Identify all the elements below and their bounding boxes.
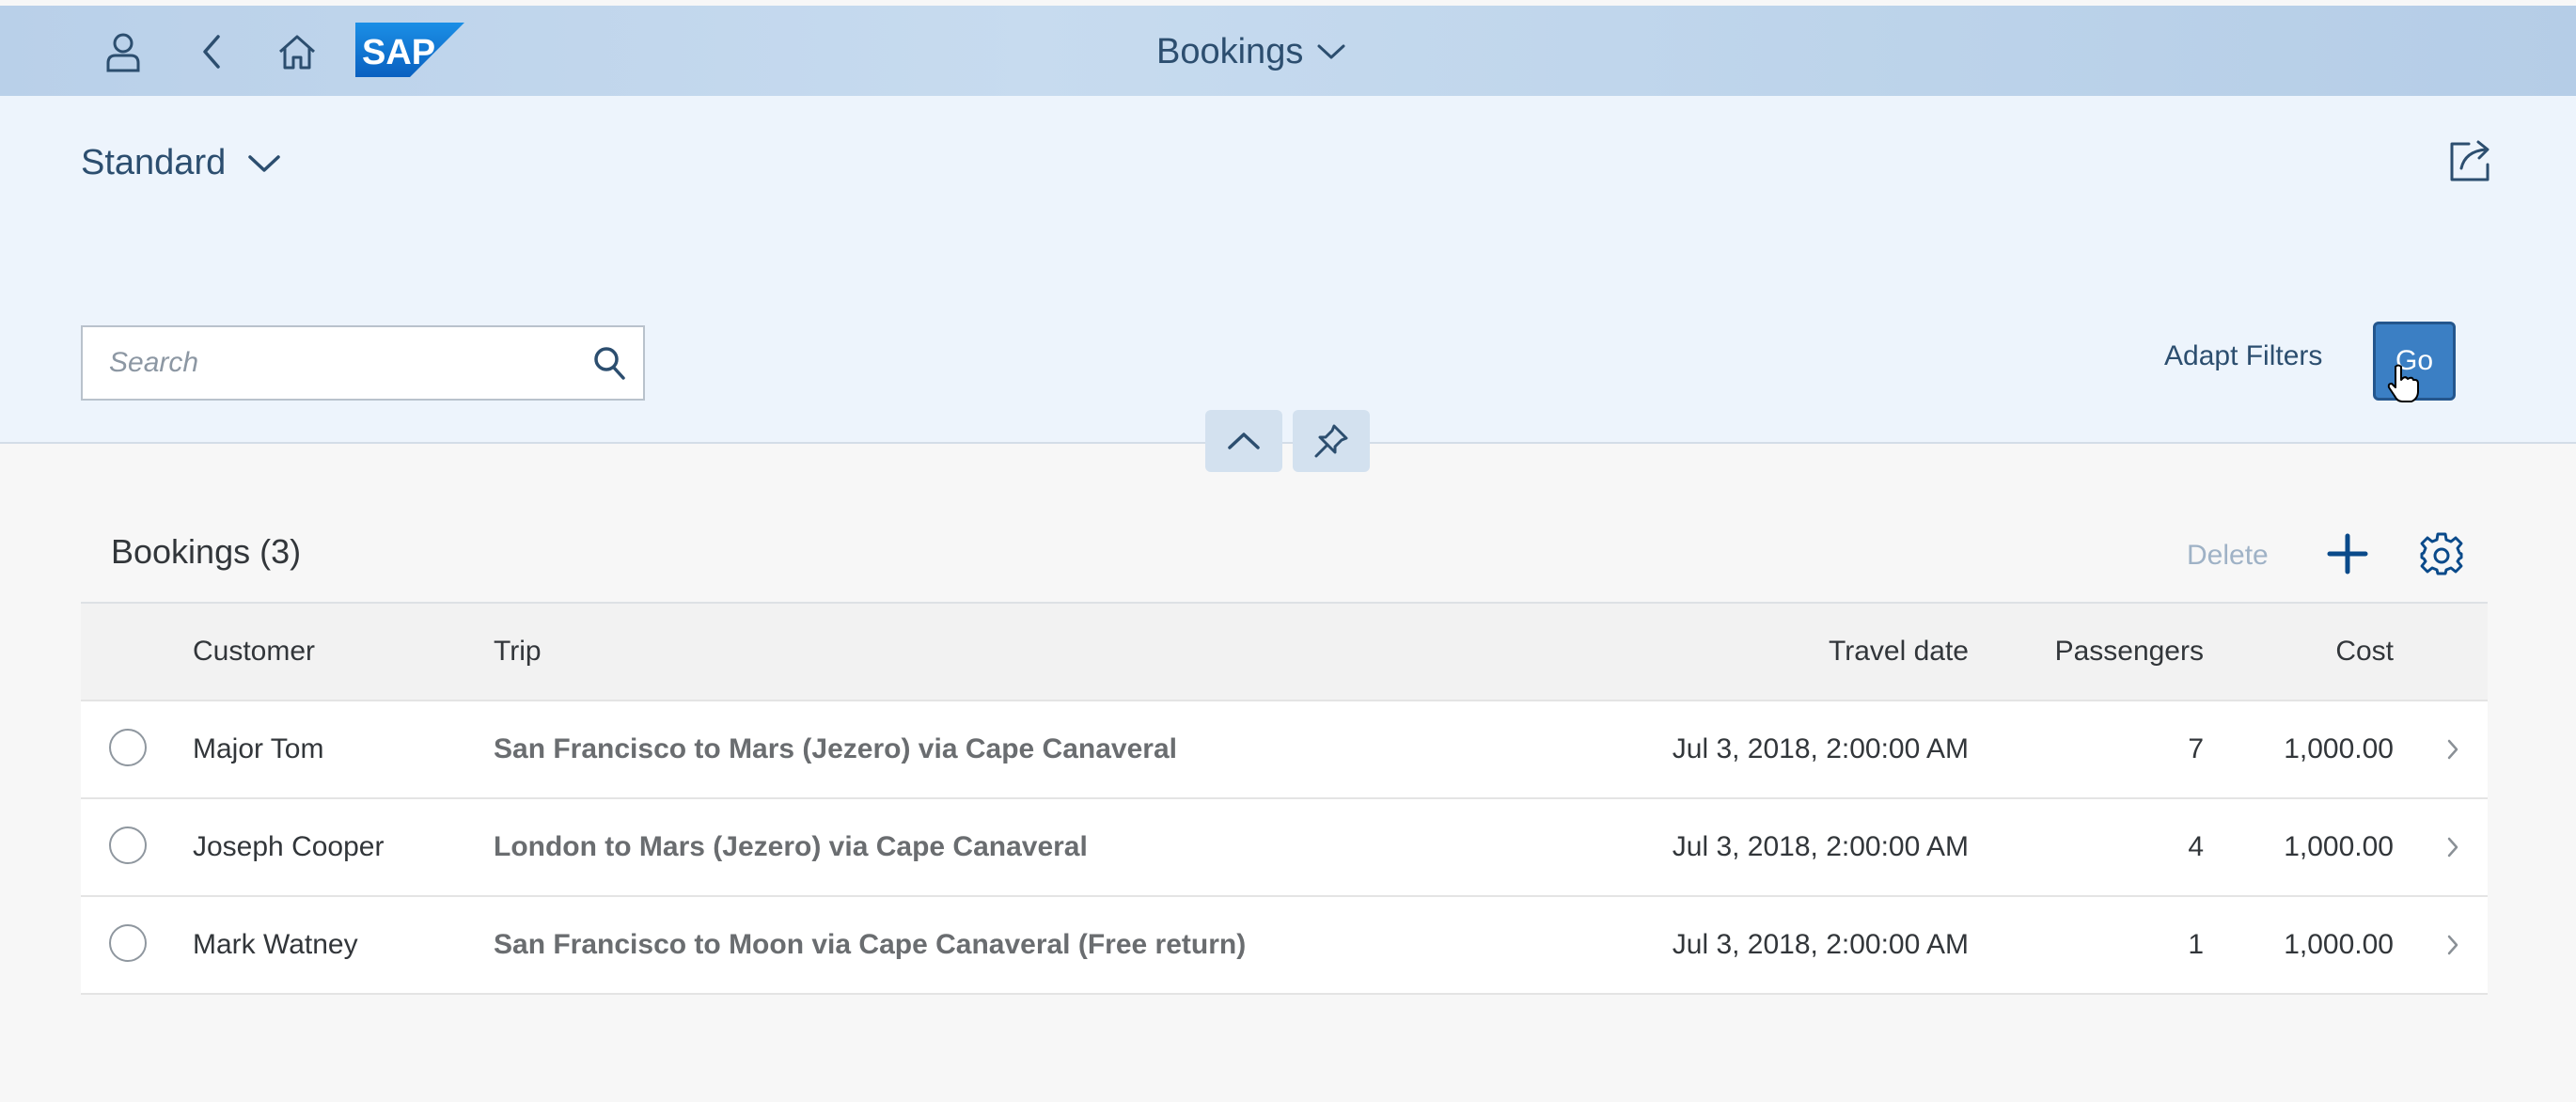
chevron-right-icon[interactable] xyxy=(2446,897,2459,993)
row-select-radio[interactable] xyxy=(109,826,147,864)
chevron-down-icon xyxy=(1317,44,1345,59)
table-row[interactable]: Major Tom San Francisco to Mars (Jezero)… xyxy=(81,701,2488,799)
cell-trip: San Francisco to Mars (Jezero) via Cape … xyxy=(494,733,1177,764)
column-header-cost[interactable]: Cost xyxy=(2335,604,2394,700)
add-icon xyxy=(2327,533,2368,575)
cell-customer: Major Tom xyxy=(193,733,324,764)
cell-passengers: 7 xyxy=(2188,733,2204,764)
row-select-radio[interactable] xyxy=(109,729,147,766)
cell-cost: 1,000.00 xyxy=(2284,831,2394,862)
user-icon[interactable] xyxy=(98,26,149,77)
pin-header-button[interactable] xyxy=(1293,410,1370,472)
share-icon xyxy=(2450,140,2490,181)
cell-travel-date: Jul 3, 2018, 2:00:00 AM xyxy=(1672,733,1969,764)
dynamic-page-header: Standard xyxy=(0,96,2576,444)
table-header-row: Customer Trip Travel date Passengers Cos… xyxy=(81,604,2488,701)
cell-cost: 1,000.00 xyxy=(2284,733,2394,764)
app-title-menu[interactable]: Bookings xyxy=(1156,26,1346,77)
adapt-filters-button[interactable]: Adapt Filters xyxy=(2164,340,2322,372)
share-button[interactable] xyxy=(2441,130,2503,192)
chevron-right-icon[interactable] xyxy=(2446,799,2459,895)
table-settings-button[interactable] xyxy=(2412,525,2471,583)
shell-bar: SAP Bookings xyxy=(0,6,2576,96)
search-input[interactable] xyxy=(83,327,575,399)
chevron-up-icon xyxy=(1228,433,1260,449)
cell-passengers: 4 xyxy=(2188,831,2204,862)
table-row[interactable]: Joseph Cooper London to Mars (Jezero) vi… xyxy=(81,799,2488,897)
cell-customer: Joseph Cooper xyxy=(193,831,385,862)
hand-cursor-icon xyxy=(2387,364,2419,402)
search-field[interactable] xyxy=(81,325,645,401)
cell-trip: San Francisco to Moon via Cape Canaveral… xyxy=(494,929,1247,960)
column-header-customer[interactable]: Customer xyxy=(193,604,315,700)
cell-cost: 1,000.00 xyxy=(2284,929,2394,960)
chevron-right-icon[interactable] xyxy=(2446,701,2459,797)
column-header-passengers[interactable]: Passengers xyxy=(2055,604,2204,700)
table-row[interactable]: Mark Watney San Francisco to Moon via Ca… xyxy=(81,897,2488,995)
table-title: Bookings (3) xyxy=(111,532,302,571)
search-icon[interactable] xyxy=(575,327,643,399)
sap-logo[interactable]: SAP xyxy=(355,23,464,77)
variant-label: Standard xyxy=(81,143,227,182)
cell-customer: Mark Watney xyxy=(193,929,358,960)
column-header-trip[interactable]: Trip xyxy=(494,604,542,700)
cell-travel-date: Jul 3, 2018, 2:00:00 AM xyxy=(1672,831,1969,862)
add-button[interactable] xyxy=(2318,525,2377,583)
collapse-header-button[interactable] xyxy=(1205,410,1282,472)
bookings-table: Customer Trip Travel date Passengers Cos… xyxy=(81,604,2488,995)
variant-management[interactable]: Standard xyxy=(81,143,282,183)
pin-icon xyxy=(1314,424,1348,458)
row-select-radio[interactable] xyxy=(109,924,147,962)
cell-travel-date: Jul 3, 2018, 2:00:00 AM xyxy=(1672,929,1969,960)
table-toolbar: Bookings (3) Delete xyxy=(81,508,2488,604)
sap-logo-text: SAP xyxy=(362,33,435,72)
column-header-travel-date[interactable]: Travel date xyxy=(1829,604,1969,700)
back-icon[interactable] xyxy=(186,26,237,77)
chevron-down-icon xyxy=(248,154,280,172)
delete-button[interactable]: Delete xyxy=(2187,540,2269,572)
app-title: Bookings xyxy=(1156,31,1304,71)
cell-trip: London to Mars (Jezero) via Cape Canaver… xyxy=(494,831,1088,862)
cell-passengers: 1 xyxy=(2188,929,2204,960)
gear-icon xyxy=(2420,532,2463,575)
home-icon[interactable] xyxy=(272,26,322,77)
